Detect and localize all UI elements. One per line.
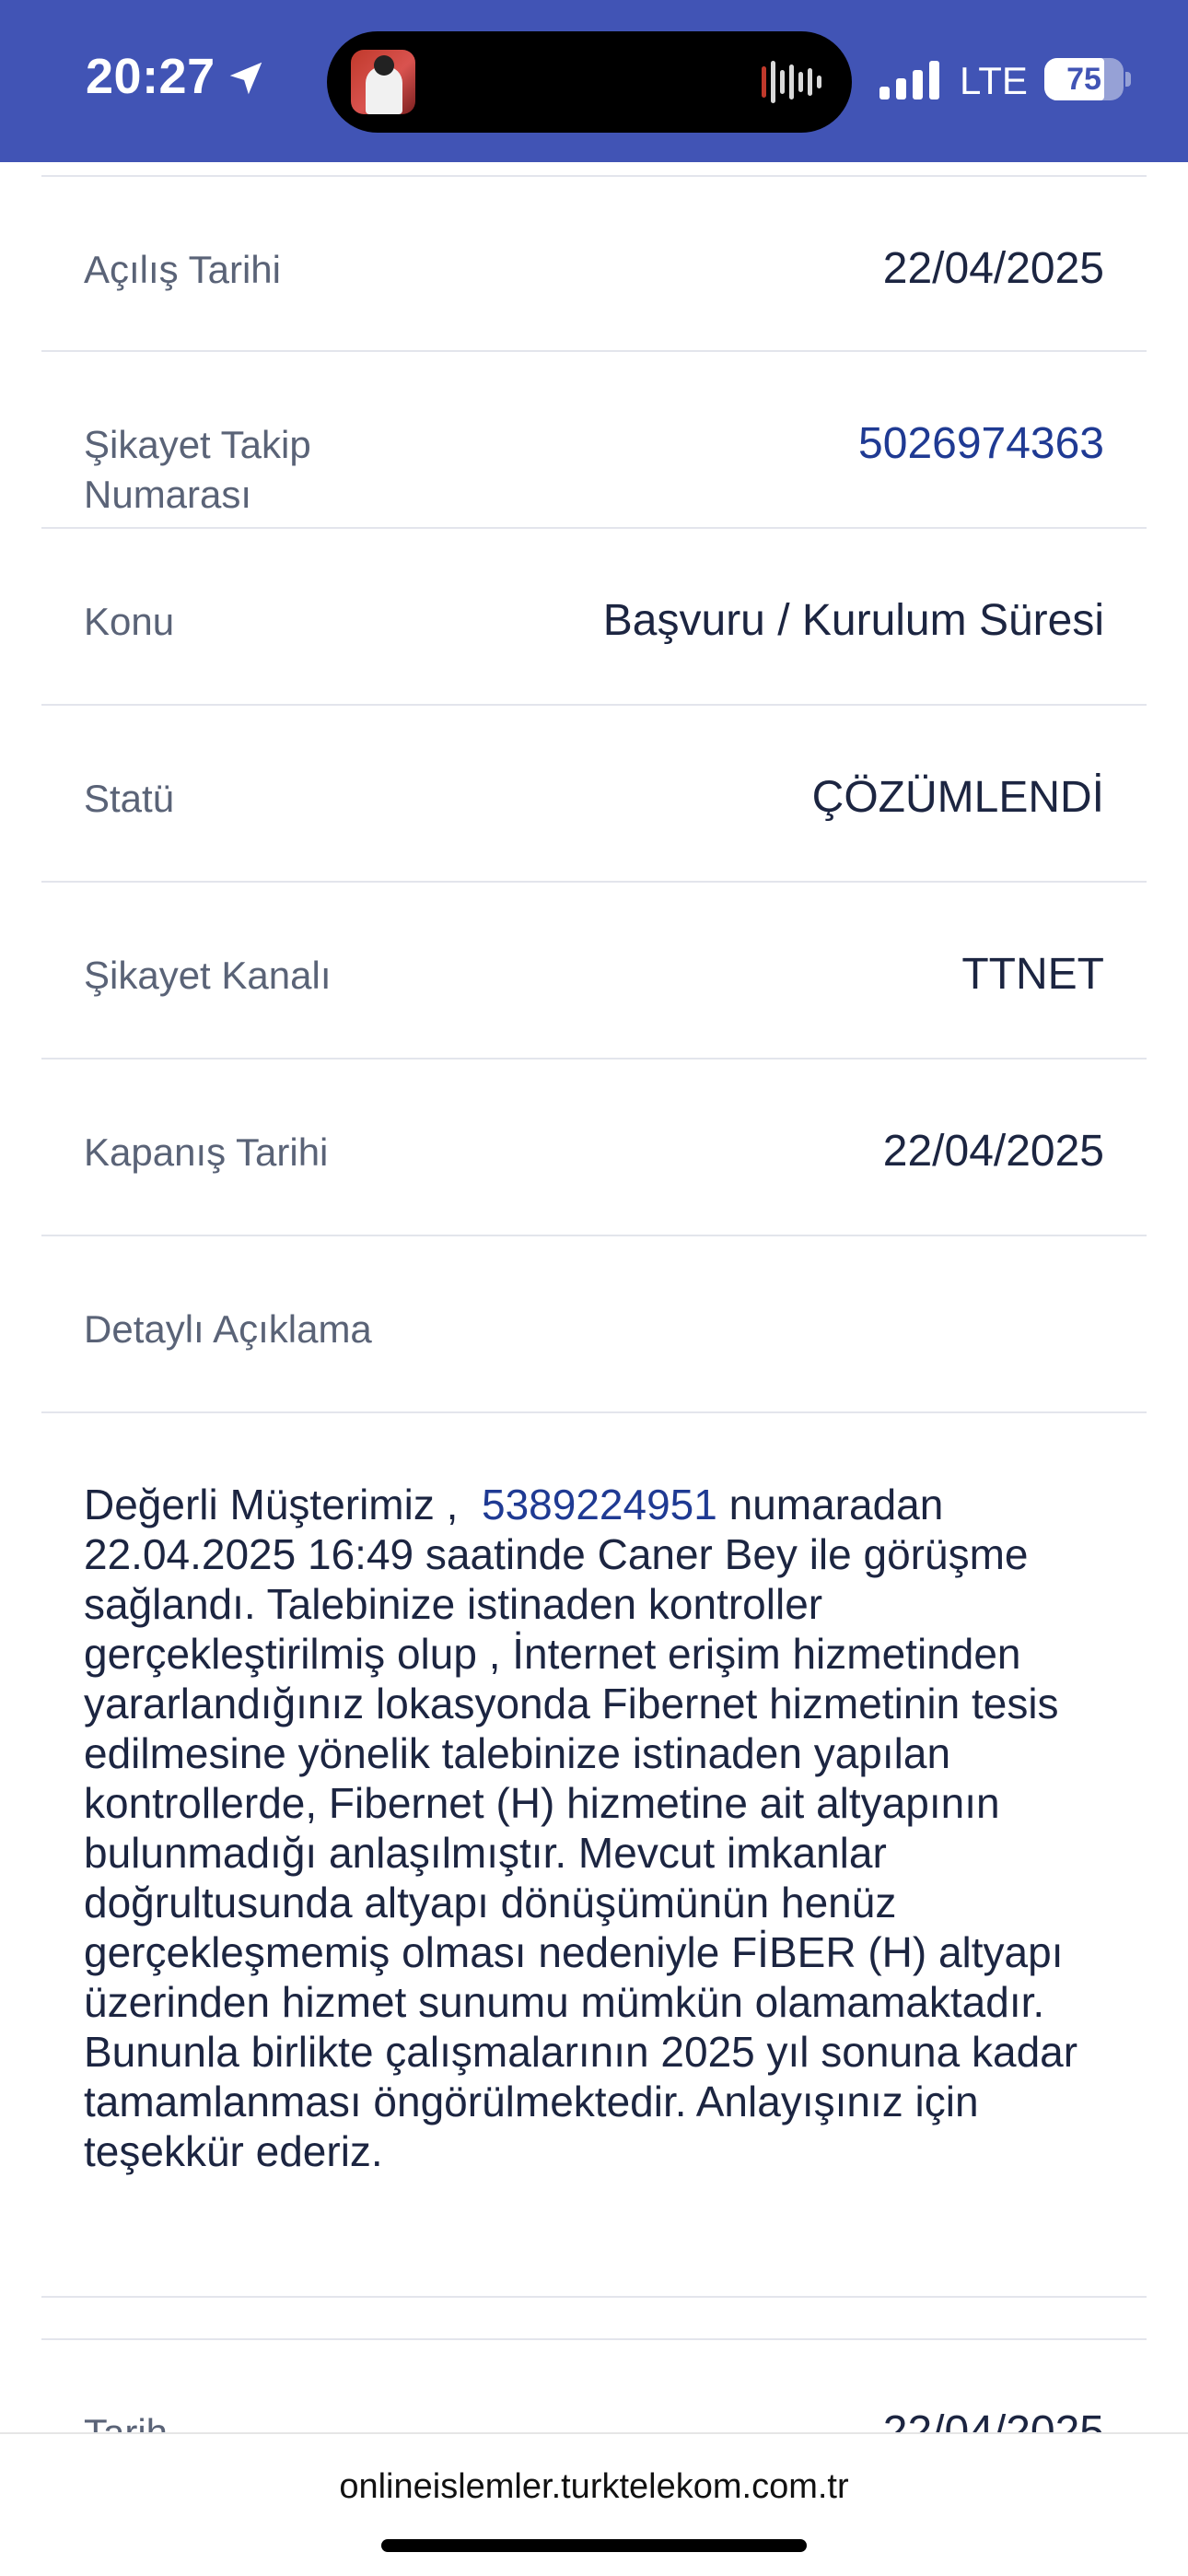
page: 20:27 LTE 75 Açılış Tarihi 22/04/2025 Şi… bbox=[0, 0, 1188, 2576]
detailed-description-text: Değerli Müşterimiz , 5389224951 numarada… bbox=[84, 1480, 1124, 2176]
status-bar: 20:27 LTE 75 bbox=[0, 0, 1188, 162]
tracking-number-label: Şikayet Takip Numarası bbox=[84, 420, 311, 520]
divider bbox=[41, 704, 1147, 706]
divider bbox=[41, 1411, 1147, 1413]
status-time: 20:27 bbox=[86, 49, 215, 104]
now-playing-artwork bbox=[351, 50, 415, 114]
tracking-number-label-line1: Şikayet Takip bbox=[84, 423, 311, 466]
divider bbox=[41, 175, 1147, 177]
description-phone-number[interactable]: 5389224951 bbox=[482, 1481, 717, 1528]
channel-value: TTNET bbox=[961, 950, 1104, 999]
channel-label: Şikayet Kanalı bbox=[84, 954, 332, 997]
opening-date-value: 22/04/2025 bbox=[882, 244, 1104, 293]
url-text[interactable]: onlineislemler.turktelekom.com.tr bbox=[0, 2467, 1188, 2507]
subject-label: Konu bbox=[84, 600, 175, 643]
divider bbox=[41, 2296, 1147, 2298]
status-value: ÇÖZÜMLENDİ bbox=[811, 773, 1104, 822]
tracking-number-value[interactable]: 5026974363 bbox=[858, 416, 1104, 472]
detailed-description-label: Detaylı Açıklama bbox=[84, 1307, 372, 1351]
status-label: Statü bbox=[84, 777, 175, 820]
signal-bars-icon bbox=[879, 61, 939, 100]
closing-date-value: 22/04/2025 bbox=[882, 1127, 1104, 1176]
divider bbox=[41, 1058, 1147, 1060]
description-body: numaradan 22.04.2025 16:49 saatinde Cane… bbox=[84, 1481, 1078, 2175]
location-arrow-icon bbox=[229, 62, 262, 95]
closing-date-label: Kapanış Tarihi bbox=[84, 1130, 329, 1174]
home-indicator[interactable] bbox=[381, 2539, 807, 2552]
battery-icon: 75 bbox=[1044, 58, 1124, 100]
audio-waveform-icon bbox=[762, 61, 821, 103]
battery-cap bbox=[1125, 72, 1131, 87]
browser-address-bar[interactable]: onlineislemler.turktelekom.com.tr bbox=[0, 2432, 1188, 2576]
divider bbox=[41, 881, 1147, 883]
description-greeting: Değerli Müşterimiz , bbox=[84, 1481, 459, 1528]
divider bbox=[41, 2338, 1147, 2340]
opening-date-label: Açılış Tarihi bbox=[84, 248, 281, 291]
tracking-number-label-line2: Numarası bbox=[84, 473, 252, 516]
divider bbox=[41, 527, 1147, 529]
network-type: LTE bbox=[960, 59, 1028, 102]
dynamic-island[interactable] bbox=[327, 31, 852, 133]
battery-percentage: 75 bbox=[1066, 62, 1101, 97]
subject-value: Başvuru / Kurulum Süresi bbox=[602, 596, 1104, 645]
divider bbox=[41, 350, 1147, 352]
divider bbox=[41, 1235, 1147, 1236]
